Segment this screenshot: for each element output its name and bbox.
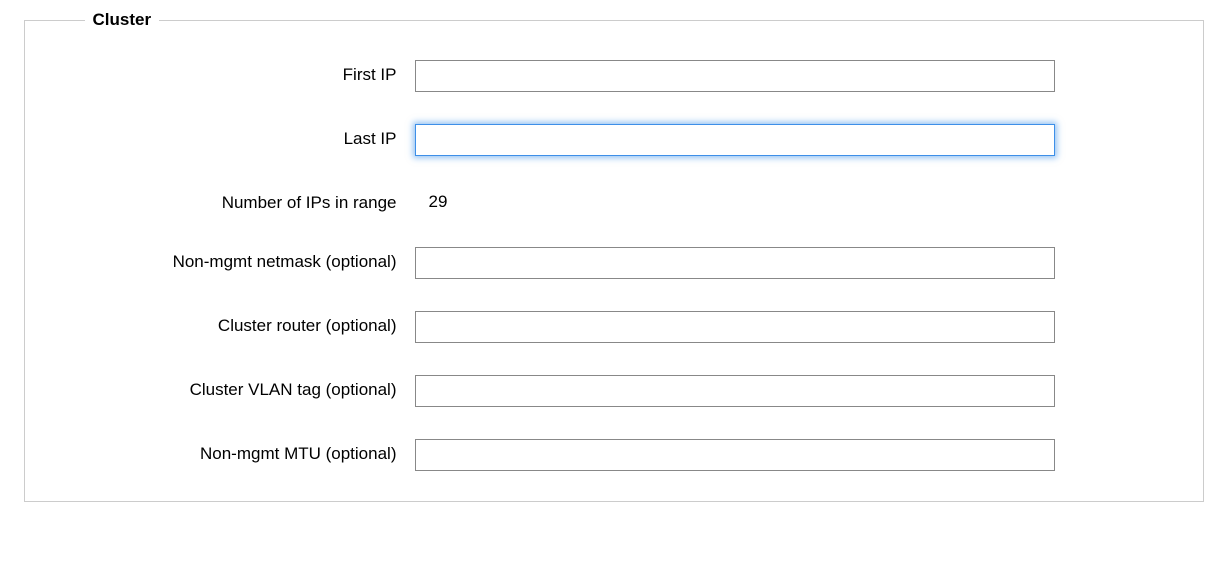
row-cluster-vlan: Cluster VLAN tag (optional) xyxy=(65,375,1163,407)
label-nonmgmt-mtu: Non-mgmt MTU (optional) xyxy=(65,439,415,466)
label-last-ip: Last IP xyxy=(65,124,415,151)
input-cluster-vlan[interactable] xyxy=(415,375,1055,407)
input-nonmgmt-netmask[interactable] xyxy=(415,247,1055,279)
row-cluster-router: Cluster router (optional) xyxy=(65,311,1163,343)
control-wrap-last-ip xyxy=(415,124,1055,156)
input-first-ip[interactable] xyxy=(415,60,1055,92)
row-first-ip: First IP xyxy=(65,60,1163,92)
row-num-ips: Number of IPs in range 29 xyxy=(65,188,1163,215)
label-cluster-vlan: Cluster VLAN tag (optional) xyxy=(65,375,415,402)
input-last-ip[interactable] xyxy=(415,124,1055,156)
row-nonmgmt-mtu: Non-mgmt MTU (optional) xyxy=(65,439,1163,471)
control-wrap-cluster-router xyxy=(415,311,1055,343)
label-cluster-router: Cluster router (optional) xyxy=(65,311,415,338)
label-num-ips: Number of IPs in range xyxy=(65,188,415,215)
control-wrap-nonmgmt-mtu xyxy=(415,439,1055,471)
input-cluster-router[interactable] xyxy=(415,311,1055,343)
label-first-ip: First IP xyxy=(65,60,415,87)
row-last-ip: Last IP xyxy=(65,124,1163,156)
value-num-ips: 29 xyxy=(415,188,448,212)
cluster-fieldset: Cluster First IP Last IP Number of IPs i… xyxy=(24,10,1204,502)
control-wrap-nonmgmt-netmask xyxy=(415,247,1055,279)
input-nonmgmt-mtu[interactable] xyxy=(415,439,1055,471)
control-wrap-first-ip xyxy=(415,60,1055,92)
cluster-legend: Cluster xyxy=(85,10,160,30)
label-nonmgmt-netmask: Non-mgmt netmask (optional) xyxy=(65,247,415,274)
control-wrap-num-ips: 29 xyxy=(415,188,1055,212)
control-wrap-cluster-vlan xyxy=(415,375,1055,407)
row-nonmgmt-netmask: Non-mgmt netmask (optional) xyxy=(65,247,1163,279)
